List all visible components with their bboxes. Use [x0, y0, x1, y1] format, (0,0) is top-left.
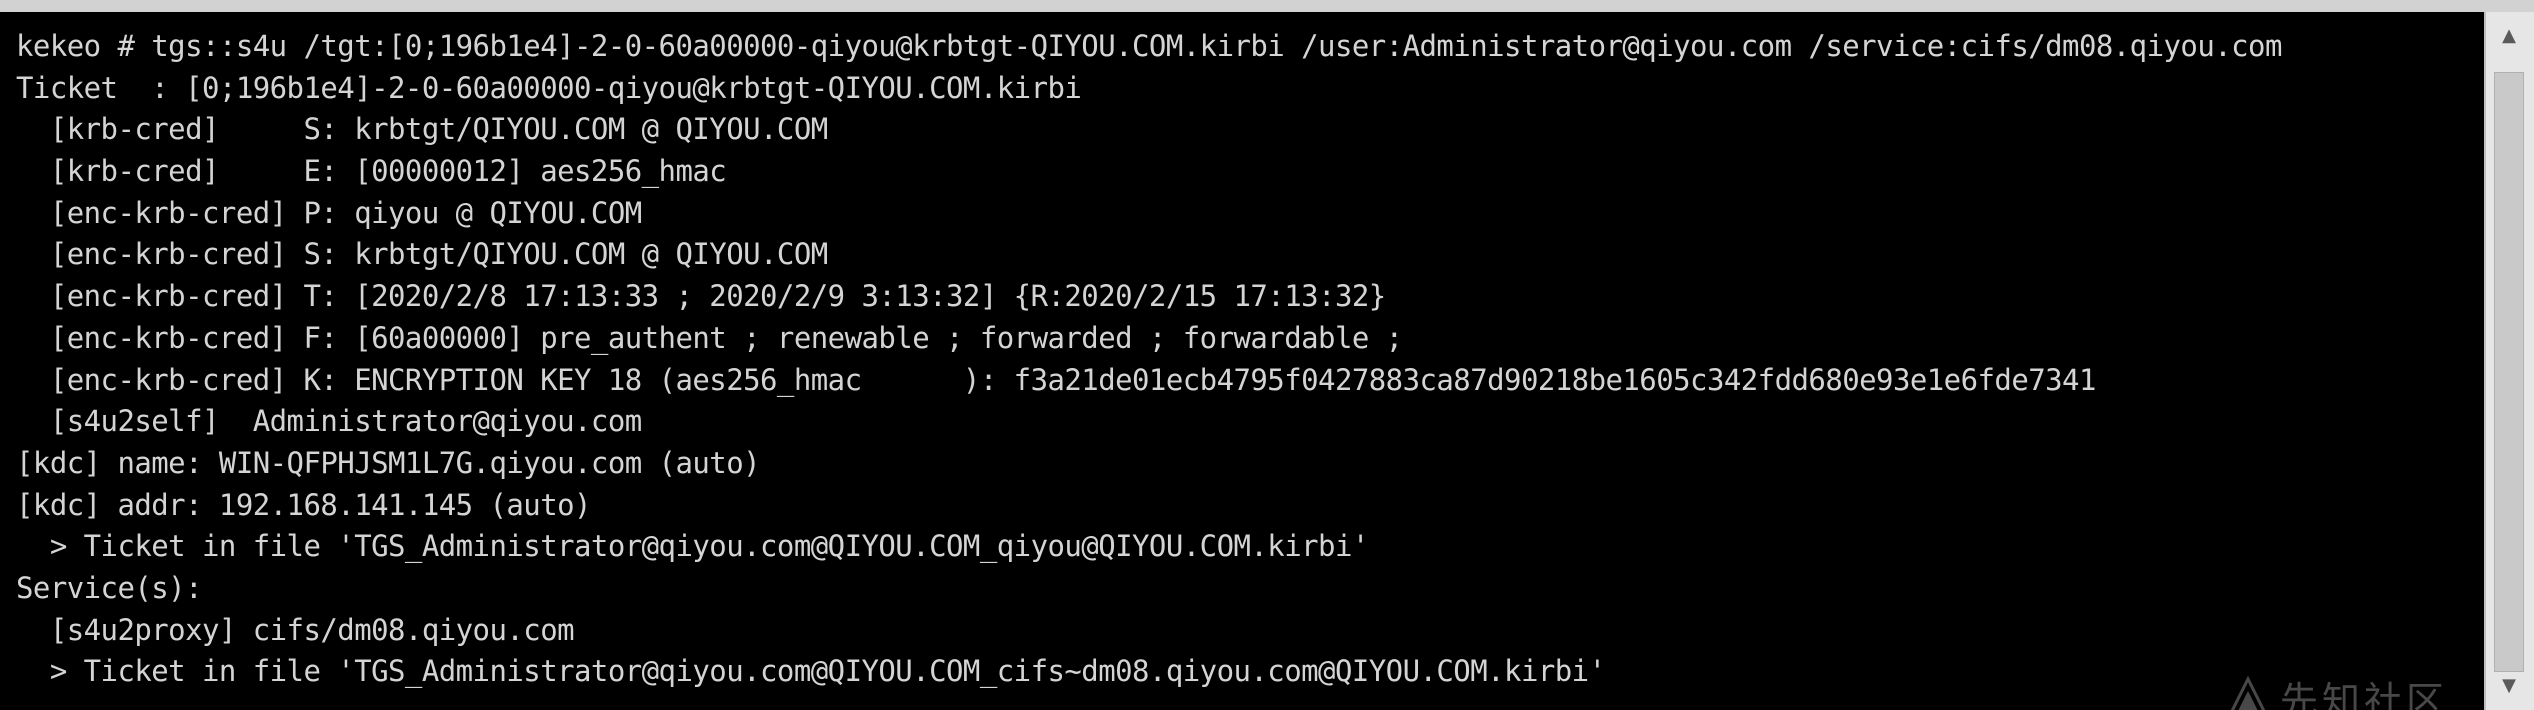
watermark-text: 先知社区: [2280, 678, 2449, 710]
scroll-down-arrow-icon[interactable]: ▼: [2486, 666, 2532, 706]
scroll-up-arrow-icon[interactable]: ▲: [2486, 16, 2532, 56]
terminal-line: [enc-krb-cred] S: krbtgt/QIYOU.COM @ QIY…: [16, 237, 828, 272]
terminal-line: > Ticket in file 'TGS_Administrator@qiyo…: [16, 654, 1606, 689]
terminal-line: Ticket : [0;196b1e4]-2-0-60a00000-qiyou@…: [16, 70, 1082, 105]
terminal-output[interactable]: kekeo # tgs::s4u /tgt:[0;196b1e4]-2-0-60…: [0, 12, 2484, 710]
terminal-line: [enc-krb-cred] T: [2020/2/8 17:13:33 ; 2…: [16, 279, 1386, 314]
console-window: kekeo # tgs::s4u /tgt:[0;196b1e4]-2-0-60…: [0, 0, 2534, 710]
window-top-edge: [0, 0, 2534, 12]
terminal-line-command: kekeo # tgs::s4u /tgt:[0;196b1e4]-2-0-60…: [16, 29, 2282, 63]
terminal-line: [krb-cred] E: [00000012] aes256_hmac: [16, 154, 727, 189]
terminal-line: [s4u2self] Administrator@qiyou.com: [16, 404, 642, 439]
terminal-line: [enc-krb-cred] F: [60a00000] pre_authent…: [16, 320, 1403, 355]
terminal-line: [krb-cred] S: krbtgt/QIYOU.COM @ QIYOU.C…: [16, 112, 828, 147]
terminal-line: [enc-krb-cred] K: ENCRYPTION KEY 18 (aes…: [16, 362, 2097, 397]
terminal-lines: kekeo # tgs::s4u /tgt:[0;196b1e4]-2-0-60…: [16, 26, 2282, 693]
scrollbar-thumb[interactable]: [2494, 72, 2524, 672]
watermark: 先知社区: [2226, 667, 2448, 710]
vertical-scrollbar[interactable]: ▲ ▼: [2484, 12, 2534, 710]
terminal-line: > Ticket in file 'TGS_Administrator@qiyo…: [16, 529, 1370, 564]
xianzhi-logo-icon: [2230, 675, 2266, 710]
terminal-line: [s4u2proxy] cifs/dm08.qiyou.com: [16, 612, 575, 647]
terminal-line: [kdc] name: WIN-QFPHJSM1L7G.qiyou.com (a…: [16, 445, 761, 480]
terminal-line: Service(s):: [16, 570, 203, 605]
terminal-line: [enc-krb-cred] P: qiyou @ QIYOU.COM: [16, 195, 642, 230]
terminal-line: [kdc] addr: 192.168.141.145 (auto): [16, 487, 591, 522]
